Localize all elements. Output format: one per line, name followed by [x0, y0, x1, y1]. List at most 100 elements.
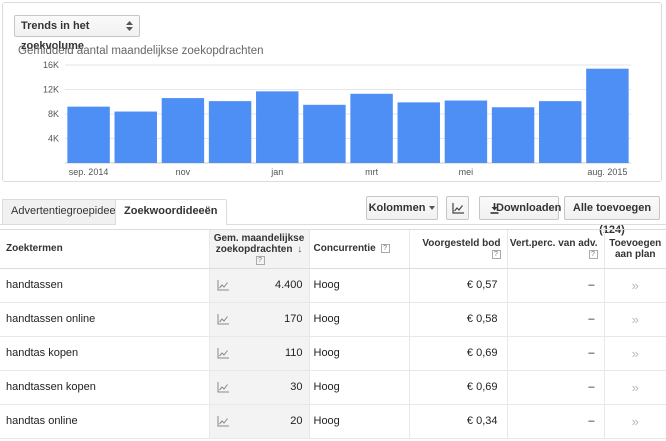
y-tick-label: 12K	[43, 85, 59, 95]
column-header-label: Concurrentie	[313, 243, 376, 255]
suggested-bid-cell: € 0,69	[409, 336, 508, 371]
help-icon[interactable]: ?	[380, 244, 390, 254]
avg-monthly-searches-cell: 20	[209, 404, 310, 439]
add-to-plan-cell: »	[604, 302, 666, 337]
help-icon[interactable]: ?	[588, 249, 598, 259]
add-to-plan-button[interactable]: »	[632, 312, 639, 327]
help-icon[interactable]: ?	[491, 249, 501, 259]
keyword-text: handtas online	[6, 415, 78, 427]
bar	[491, 107, 535, 163]
column-header-label: Vert.perc. van adv.	[509, 237, 598, 249]
impression-share-cell: –	[507, 404, 605, 439]
trend-chart-icon[interactable]	[217, 313, 229, 325]
competition-cell: Hoog	[309, 370, 410, 405]
column-header-suggested-bid[interactable]: Voorgesteld bod ?	[409, 230, 508, 269]
bar	[161, 98, 205, 163]
add-to-plan-button[interactable]: »	[632, 380, 639, 395]
keyword-text: handtassen kopen	[6, 381, 96, 393]
keyword-cell: handtas online	[0, 404, 210, 439]
impression-share-cell: –	[507, 268, 605, 303]
impression-share-cell: –	[507, 302, 605, 337]
impression-share-value: –	[588, 347, 595, 359]
table-row: handtassen kopen 30 Hoog € 0,69 – »	[0, 370, 666, 405]
competition-cell: Hoog	[309, 336, 410, 371]
search-volume-value: 110	[284, 347, 303, 359]
table-row: handtas kopen 110 Hoog € 0,69 – »	[0, 336, 666, 371]
keyword-cell: handtas kopen	[0, 336, 210, 371]
add-to-plan-button[interactable]: »	[632, 278, 639, 293]
download-button[interactable]: Downloaden	[479, 196, 561, 220]
trend-chart-icon[interactable]	[217, 415, 229, 427]
chevron-down-icon	[429, 206, 436, 211]
add-all-button[interactable]: Alle toevoegen (124)	[564, 196, 660, 236]
chart-title: Gemiddeld aantal maandelijkse zoekopdrac…	[18, 45, 264, 57]
column-header-search-terms[interactable]: Zoektermen	[0, 230, 210, 269]
column-header-label: Voorgesteld bod	[422, 237, 501, 249]
x-tick-label: nov	[176, 167, 191, 177]
trend-chart-icon[interactable]	[217, 381, 229, 393]
competition-value: Hoog	[313, 279, 340, 291]
avg-monthly-searches-cell: 110	[209, 336, 310, 371]
table-row: handtas online 20 Hoog € 0,34 – »	[0, 404, 666, 439]
column-header-competition[interactable]: Concurrentie ?	[309, 230, 410, 269]
suggested-bid-value: € 0,57	[466, 279, 498, 291]
x-tick-label: jan	[270, 167, 283, 177]
x-tick-label: aug. 2015	[587, 167, 627, 177]
competition-cell: Hoog	[309, 302, 410, 337]
search-volume-value: 30	[290, 381, 303, 393]
impression-share-value: –	[588, 415, 595, 427]
competition-value: Hoog	[313, 381, 340, 393]
suggested-bid-cell: € 0,69	[409, 370, 508, 405]
column-header-label: Zoektermen	[6, 243, 63, 255]
add-to-plan-cell: »	[604, 268, 666, 303]
add-to-plan-cell: »	[604, 370, 666, 405]
avg-monthly-searches-cell: 30	[209, 370, 310, 405]
search-volume-value: 170	[284, 313, 303, 325]
impression-share-value: –	[588, 313, 595, 325]
add-to-plan-button[interactable]: »	[632, 346, 639, 361]
bar	[350, 93, 393, 163]
table-header-row: Zoektermen Gem. maandelijkse zoekopdrach…	[0, 230, 666, 269]
suggested-bid-cell: € 0,58	[409, 302, 508, 337]
bar	[397, 102, 440, 163]
table-row: handtassen 4.400 Hoog € 0,57 – »	[0, 268, 666, 303]
add-to-plan-button[interactable]: »	[632, 414, 639, 429]
column-header-ad-impression-share[interactable]: Vert.perc. van adv. ?	[507, 230, 605, 269]
competition-value: Hoog	[313, 313, 340, 325]
search-volume-chart-panel: 4K 8K 12K 16K sep. 2014 nov jan mrt mei aug. 2015…	[2, 2, 662, 182]
columns-button[interactable]: Kolommen	[366, 196, 438, 220]
column-header-avg-monthly-searches[interactable]: Gem. maandelijkse zoekopdrachten ↓ ?	[209, 230, 310, 269]
suggested-bid-value: € 0,34	[466, 415, 498, 427]
suggested-bid-cell: € 0,57	[409, 268, 508, 303]
keyword-text: handtassen	[6, 279, 63, 291]
suggested-bid-cell: € 0,34	[409, 404, 508, 439]
bar	[586, 68, 629, 163]
column-header-label: Toevoegen	[609, 237, 662, 249]
keyword-ideas-table: Zoektermen Gem. maandelijkse zoekopdrach…	[0, 229, 666, 441]
avg-monthly-searches-cell: 4.400	[209, 268, 310, 303]
bar	[208, 101, 252, 163]
add-to-plan-cell: »	[604, 336, 666, 371]
column-header-label: aan plan	[614, 248, 656, 260]
column-header-label: zoekopdrachten	[215, 244, 293, 256]
trend-selector[interactable]: Trends in het zoekvolume	[14, 15, 140, 52]
bar	[114, 111, 157, 163]
keyword-cell: handtassen	[0, 268, 210, 303]
bar	[539, 101, 582, 163]
search-volume-value: 4.400	[274, 279, 303, 291]
trend-chart-icon[interactable]	[217, 279, 229, 291]
column-header-add-to-plan: Toevoegen aan plan	[604, 230, 666, 269]
table-row: handtassen online 170 Hoog € 0,58 – »	[0, 302, 666, 337]
tab-keyword-ideas[interactable]: Zoekwoordideeën	[115, 199, 227, 225]
bar	[444, 100, 488, 163]
suggested-bid-value: € 0,69	[466, 347, 498, 359]
keyword-text: handtassen online	[6, 313, 96, 325]
bar	[256, 91, 299, 163]
avg-monthly-searches-cell: 170	[209, 302, 310, 337]
y-tick-label: 8K	[48, 109, 59, 119]
x-tick-label: sep. 2014	[69, 167, 109, 177]
trend-chart-icon[interactable]	[217, 347, 229, 359]
competition-cell: Hoog	[309, 268, 410, 303]
trend-chart-button[interactable]	[446, 196, 469, 220]
help-icon[interactable]: ?	[255, 256, 265, 266]
